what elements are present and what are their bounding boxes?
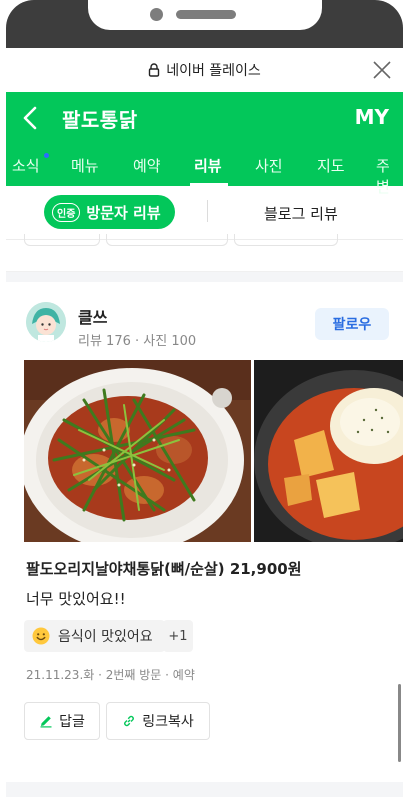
tab-bar: 소식 메뉴 예약 리뷰 사진 지도 주변 [6, 144, 403, 196]
scrollbar[interactable] [398, 684, 401, 762]
avatar[interactable] [26, 302, 66, 342]
previous-chip [24, 234, 100, 246]
reply-label: 답글 [59, 714, 85, 730]
browser-bar: 네이버 플레이스 [6, 48, 403, 92]
review-photo-stew[interactable] [254, 360, 403, 542]
back-icon[interactable] [20, 106, 40, 130]
previous-chip [234, 234, 338, 246]
blog-review-tab[interactable]: 블로그 리뷰 [264, 203, 338, 224]
link-icon [124, 715, 135, 727]
section-gap [6, 782, 403, 797]
tab-map[interactable]: 지도 [313, 155, 349, 176]
visit-meta: 21.11.23.화 · 2번째 방문 · 예약 [26, 668, 195, 682]
store-name: 팔도통닭 [62, 107, 138, 132]
avatar-face-icon [26, 302, 66, 342]
previous-chip [106, 234, 228, 246]
visitor-review-tab[interactable]: 인증 방문자 리뷰 [44, 195, 175, 229]
browser-title: 네이버 플레이스 [148, 60, 261, 80]
tab-reviews[interactable]: 리뷰 [190, 155, 226, 176]
screen: 네이버 플레이스 팔도통닭 MY 소식 메뉴 예약 리뷰 사진 지도 주변 인증… [6, 48, 403, 797]
tab-news[interactable]: 소식 [8, 153, 49, 176]
lock-icon [148, 63, 160, 77]
switch-divider [207, 200, 208, 222]
tab-label: 메뉴 [71, 157, 99, 175]
tab-label: 사진 [255, 157, 283, 175]
section-gap [6, 272, 403, 282]
review-card: 클쓰 리뷰 176 · 사진 100 팔로우 팔도오리지날야채통닭(뼈/순살) … [6, 282, 403, 764]
follow-button[interactable]: 팔로우 [315, 308, 389, 340]
reply-button[interactable]: 답글 [24, 702, 100, 740]
tab-reservation[interactable]: 예약 [129, 155, 165, 176]
keyword-label: 음식이 맛있어요 [58, 629, 153, 645]
new-dot [43, 153, 49, 158]
ordered-menu: 팔도오리지날야채통닭(뼈/순살) 21,900원 [26, 560, 302, 578]
review-text: 너무 맛있어요!! [26, 590, 126, 608]
smile-icon [32, 627, 50, 645]
phone-frame [0, 0, 409, 48]
keyword-chip: 음식이 맛있어요 [24, 620, 165, 652]
tab-photos[interactable]: 사진 [251, 155, 287, 176]
tab-label: 소식 [12, 157, 40, 175]
review-photo-chicken[interactable] [24, 360, 251, 542]
tab-menu[interactable]: 메뉴 [67, 155, 103, 176]
copy-link-label: 링크복사 [142, 714, 194, 730]
my-button[interactable]: MY [355, 105, 389, 129]
browser-title-text: 네이버 플레이스 [166, 63, 261, 79]
tab-label: 예약 [133, 157, 161, 175]
reviewer-name[interactable]: 클쓰 [78, 304, 107, 328]
tab-label: 리뷰 [194, 157, 222, 175]
more-keywords-chip[interactable]: +1 [163, 620, 193, 652]
speaker-icon [176, 10, 236, 19]
visitor-review-label: 방문자 리뷰 [86, 203, 161, 222]
pencil-icon [40, 716, 52, 728]
reviewer-stats: 리뷰 176 · 사진 100 [78, 334, 197, 349]
review-type-switch: 인증 방문자 리뷰 블로그 리뷰 [6, 186, 403, 240]
review-photos [24, 360, 403, 542]
close-icon[interactable] [371, 59, 393, 81]
verified-badge: 인증 [52, 202, 81, 222]
copy-link-button[interactable]: 링크복사 [106, 702, 210, 740]
previous-content-strip [6, 234, 403, 272]
place-header: 팔도통닭 MY [6, 92, 403, 144]
camera-icon [150, 8, 163, 21]
tab-label: 지도 [317, 157, 345, 175]
